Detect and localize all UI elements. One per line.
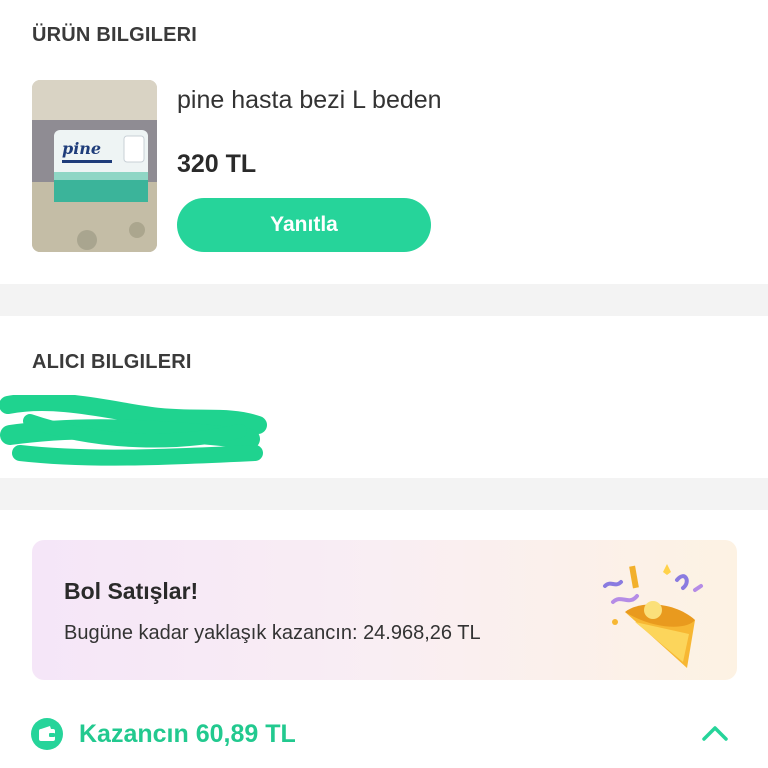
promo-card: Bol Satışlar! Bugüne kadar yaklaşık kaza… <box>32 540 737 680</box>
product-info-title: ÜRÜN BILGILERI <box>32 24 198 46</box>
chevron-up-icon[interactable] <box>700 721 730 745</box>
product-price: 320 TL <box>177 150 257 178</box>
earnings-label: Kazancın 60,89 TL <box>79 720 296 748</box>
thumbnail-brand-text: pine <box>62 139 101 158</box>
buyer-info-title: ALICI BILGILERI <box>32 351 192 373</box>
redaction-scribble <box>0 395 267 466</box>
party-popper-icon <box>603 564 703 668</box>
section-divider <box>0 478 768 510</box>
section-divider <box>0 284 768 316</box>
promo-title: Bol Satışlar! <box>64 578 199 604</box>
wallet-icon <box>31 718 63 750</box>
reply-button[interactable]: Yanıtla <box>177 198 431 252</box>
earnings-row[interactable]: Kazancın 60,89 TL <box>0 705 768 765</box>
product-name: pine hasta bezi L beden <box>177 86 442 114</box>
promo-subtitle: Bugüne kadar yaklaşık kazancın: 24.968,2… <box>64 622 481 644</box>
product-thumbnail[interactable]: pine <box>32 80 157 252</box>
